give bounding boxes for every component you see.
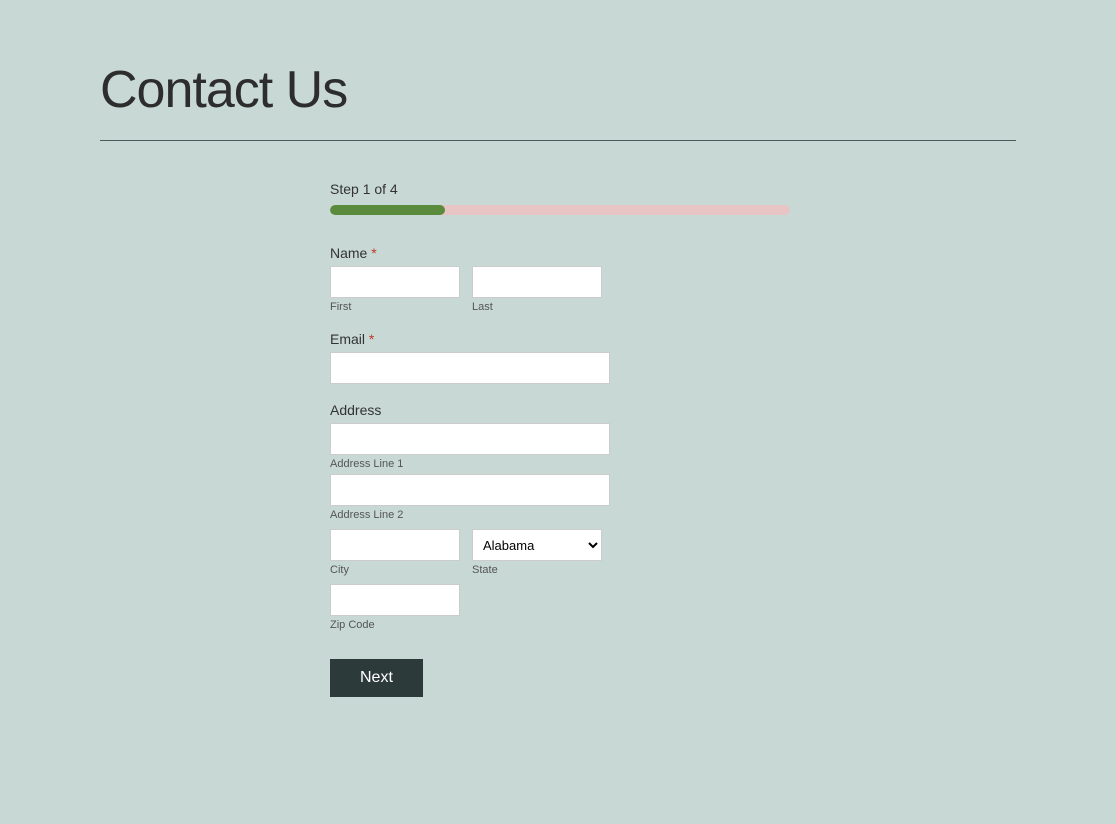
section-divider xyxy=(100,140,1016,141)
page-container: Contact Us Step 1 of 4 Name * First xyxy=(0,0,1116,757)
name-first-input-wrapper xyxy=(330,266,460,298)
address-line2-input[interactable] xyxy=(330,474,610,506)
progress-bar-fill xyxy=(330,205,445,215)
next-button[interactable]: Next xyxy=(330,659,423,697)
address-line1-sub-label: Address Line 1 xyxy=(330,458,810,470)
address-city-state-row: City AlabamaAlaskaArizonaArkansasCalifor… xyxy=(330,529,810,576)
page-title: Contact Us xyxy=(100,60,1016,120)
zip-sub-label: Zip Code xyxy=(330,619,810,631)
name-required-star: * xyxy=(367,245,376,261)
address-field-group: Address Address Line 1 Address Line 2 Ci… xyxy=(330,402,810,631)
name-first-sub-label: First xyxy=(330,301,460,313)
email-field-group: Email * xyxy=(330,331,810,384)
name-last-wrapper: Last xyxy=(472,266,602,313)
name-field-group: Name * First Last xyxy=(330,245,810,313)
zip-input[interactable] xyxy=(330,584,460,616)
address-line1-wrapper: Address Line 1 xyxy=(330,423,810,470)
form-container: Step 1 of 4 Name * First xyxy=(330,181,810,697)
email-input[interactable] xyxy=(330,352,610,384)
name-first-input[interactable] xyxy=(330,266,460,298)
progress-bar xyxy=(330,205,790,215)
city-wrapper: City xyxy=(330,529,460,576)
email-label: Email * xyxy=(330,331,810,347)
name-last-sub-label: Last xyxy=(472,301,602,313)
name-last-input[interactable] xyxy=(472,266,602,298)
zip-wrapper: Zip Code xyxy=(330,584,810,631)
city-sub-label: City xyxy=(330,564,460,576)
state-wrapper: AlabamaAlaskaArizonaArkansasCaliforniaCo… xyxy=(472,529,602,576)
state-sub-label: State xyxy=(472,564,602,576)
address-line1-input[interactable] xyxy=(330,423,610,455)
name-first-wrapper: First xyxy=(330,266,460,313)
email-required-star: * xyxy=(365,331,374,347)
contact-form: Name * First Last xyxy=(330,245,810,697)
step-label: Step 1 of 4 xyxy=(330,181,810,197)
name-row: First Last xyxy=(330,266,810,313)
address-label: Address xyxy=(330,402,810,418)
state-select[interactable]: AlabamaAlaskaArizonaArkansasCaliforniaCo… xyxy=(472,529,602,561)
city-input[interactable] xyxy=(330,529,460,561)
address-line2-sub-label: Address Line 2 xyxy=(330,509,810,521)
address-line2-wrapper: Address Line 2 xyxy=(330,474,810,521)
name-label: Name * xyxy=(330,245,810,261)
